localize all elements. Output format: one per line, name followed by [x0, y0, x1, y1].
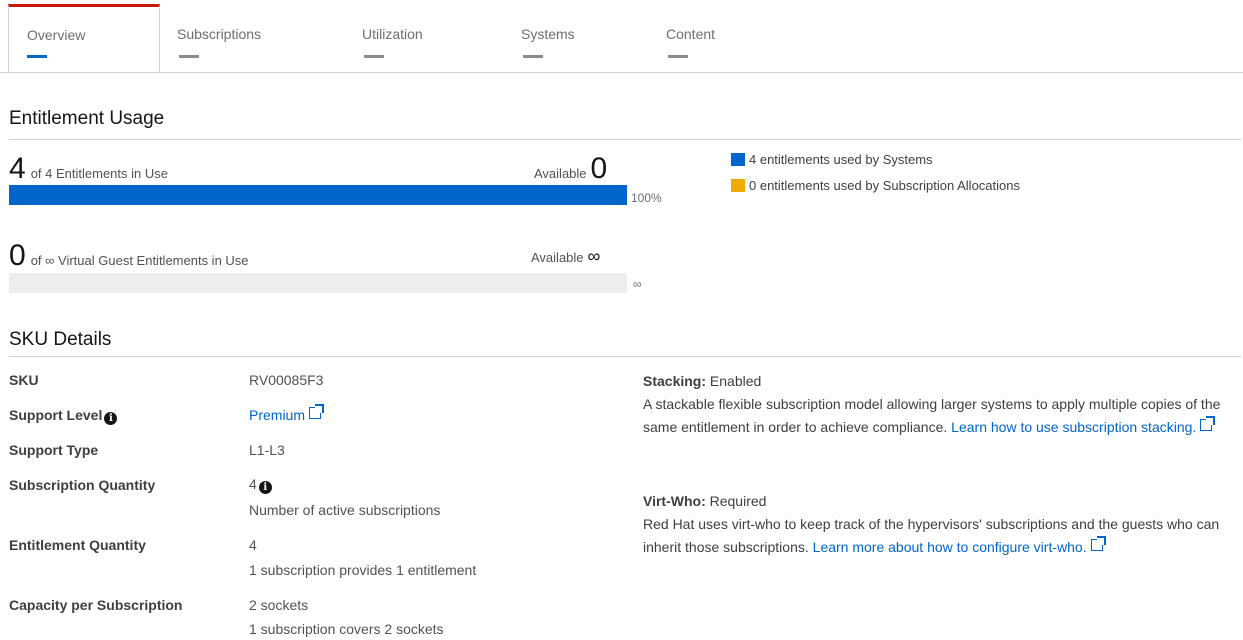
entitlement-quantity-label: Entitlement Quantity [9, 537, 146, 553]
sku-details-heading: SKU Details [9, 329, 112, 350]
legend-allocations: 0 entitlements used by Subscription Allo… [731, 178, 1020, 193]
legend-swatch-allocations [731, 179, 745, 192]
tab-overview[interactable]: Overview [8, 4, 160, 72]
virtual-usage-text: of ∞ Virtual Guest Entitlements in Use [30, 253, 249, 268]
legend-label: 4 entitlements used by Systems [749, 152, 933, 167]
subscription-quantity-number: 4 [249, 476, 257, 492]
capacity-note: 1 subscription covers 2 sockets [249, 621, 444, 637]
virtual-percent-label: ∞ [633, 277, 642, 291]
physical-used-count: 4 [9, 152, 26, 185]
info-icon[interactable]: i [258, 481, 272, 494]
stacking-link[interactable]: Learn how to use subscription stacking. [951, 416, 1216, 435]
virtual-usage-summary: 0 of ∞ Virtual Guest Entitlements in Use [9, 241, 249, 271]
tab-indicator [668, 55, 688, 58]
section-divider [9, 356, 1241, 357]
tab-label: Overview [27, 27, 86, 43]
entitlement-usage-heading: Entitlement Usage [9, 108, 165, 129]
physical-available-count: 0 [590, 152, 608, 185]
capacity-label: Capacity per Subscription [9, 597, 183, 613]
support-level-link[interactable]: Premium [249, 404, 325, 423]
support-level-value: Premium [249, 407, 306, 423]
stacking-description: A stackable flexible subscription model … [643, 393, 1243, 439]
virtual-used-count: 0 [9, 239, 26, 272]
virtwho-value: Required [709, 493, 767, 509]
support-level-label: Support Level i [9, 407, 118, 425]
external-link-icon [1090, 536, 1106, 551]
stacking-line: Stacking: Enabled [643, 370, 1243, 393]
tab-label: Systems [521, 26, 575, 42]
virtual-available-count: ∞ [587, 246, 601, 266]
entitlement-quantity-note: 1 subscription provides 1 entitlement [249, 562, 477, 578]
tab-systems[interactable]: Systems [521, 6, 575, 72]
physical-available: Available 0 [534, 154, 607, 184]
support-level-label-text: Support Level [9, 407, 103, 423]
entitlement-quantity-value: 4 [249, 537, 257, 553]
stacking-value: Enabled [709, 373, 762, 389]
tab-utilization[interactable]: Utilization [362, 6, 423, 72]
available-label: Available [534, 166, 587, 181]
support-type-label: Support Type [9, 442, 99, 458]
tab-bar: Overview Subscriptions Utilization Syste… [0, 0, 1243, 73]
tab-label: Content [666, 26, 716, 42]
virtwho-info: Virt-Who: Required Red Hat uses virt-who… [643, 490, 1243, 559]
virtwho-link[interactable]: Learn more about how to configure virt-w… [812, 536, 1106, 555]
virtual-progress-bar [9, 273, 627, 293]
support-type-value: L1-L3 [249, 442, 285, 458]
legend-systems: 4 entitlements used by Systems [731, 152, 933, 167]
virtwho-label: Virt-Who: [643, 493, 706, 509]
stacking-label: Stacking: [643, 373, 707, 389]
progress-fill [9, 185, 627, 205]
tab-content[interactable]: Content [666, 6, 715, 72]
subscription-quantity-label: Subscription Quantity [9, 477, 156, 493]
external-link-icon [1200, 416, 1216, 431]
virtwho-line: Virt-Who: Required [643, 490, 1243, 513]
virtwho-link-text: Learn more about how to configure virt-w… [812, 539, 1087, 555]
legend-swatch-systems [731, 153, 745, 166]
tab-indicator [523, 55, 543, 58]
available-label: Available [531, 250, 584, 265]
sku-value: RV00085F3 [249, 372, 324, 388]
physical-usage-summary: 4 of 4 Entitlements in Use [9, 154, 168, 184]
sku-label: SKU [9, 372, 39, 388]
stacking-link-text: Learn how to use subscription stacking. [951, 419, 1197, 435]
tab-subscriptions[interactable]: Subscriptions [177, 6, 261, 72]
section-divider [9, 139, 1241, 140]
tab-indicator [364, 55, 384, 58]
tab-label: Subscriptions [177, 26, 262, 42]
physical-progress-bar [9, 185, 627, 205]
info-icon[interactable]: i [104, 412, 118, 425]
tab-indicator [27, 55, 47, 58]
external-link-icon [309, 404, 325, 419]
virtwho-description: Red Hat uses virt-who to keep track of t… [643, 513, 1243, 559]
stacking-info: Stacking: Enabled A stackable flexible s… [643, 370, 1243, 439]
virtual-available: Available ∞ [531, 246, 600, 267]
tab-indicator [179, 55, 199, 58]
legend-label: 0 entitlements used by Subscription Allo… [749, 178, 1020, 193]
capacity-value: 2 sockets [249, 597, 309, 613]
subscription-quantity-value: 4i [249, 476, 272, 494]
physical-percent-label: 100% [631, 191, 662, 205]
tab-label: Utilization [362, 26, 423, 42]
subscription-quantity-note: Number of active subscriptions [249, 502, 441, 518]
physical-usage-text: of 4 Entitlements in Use [30, 166, 168, 181]
